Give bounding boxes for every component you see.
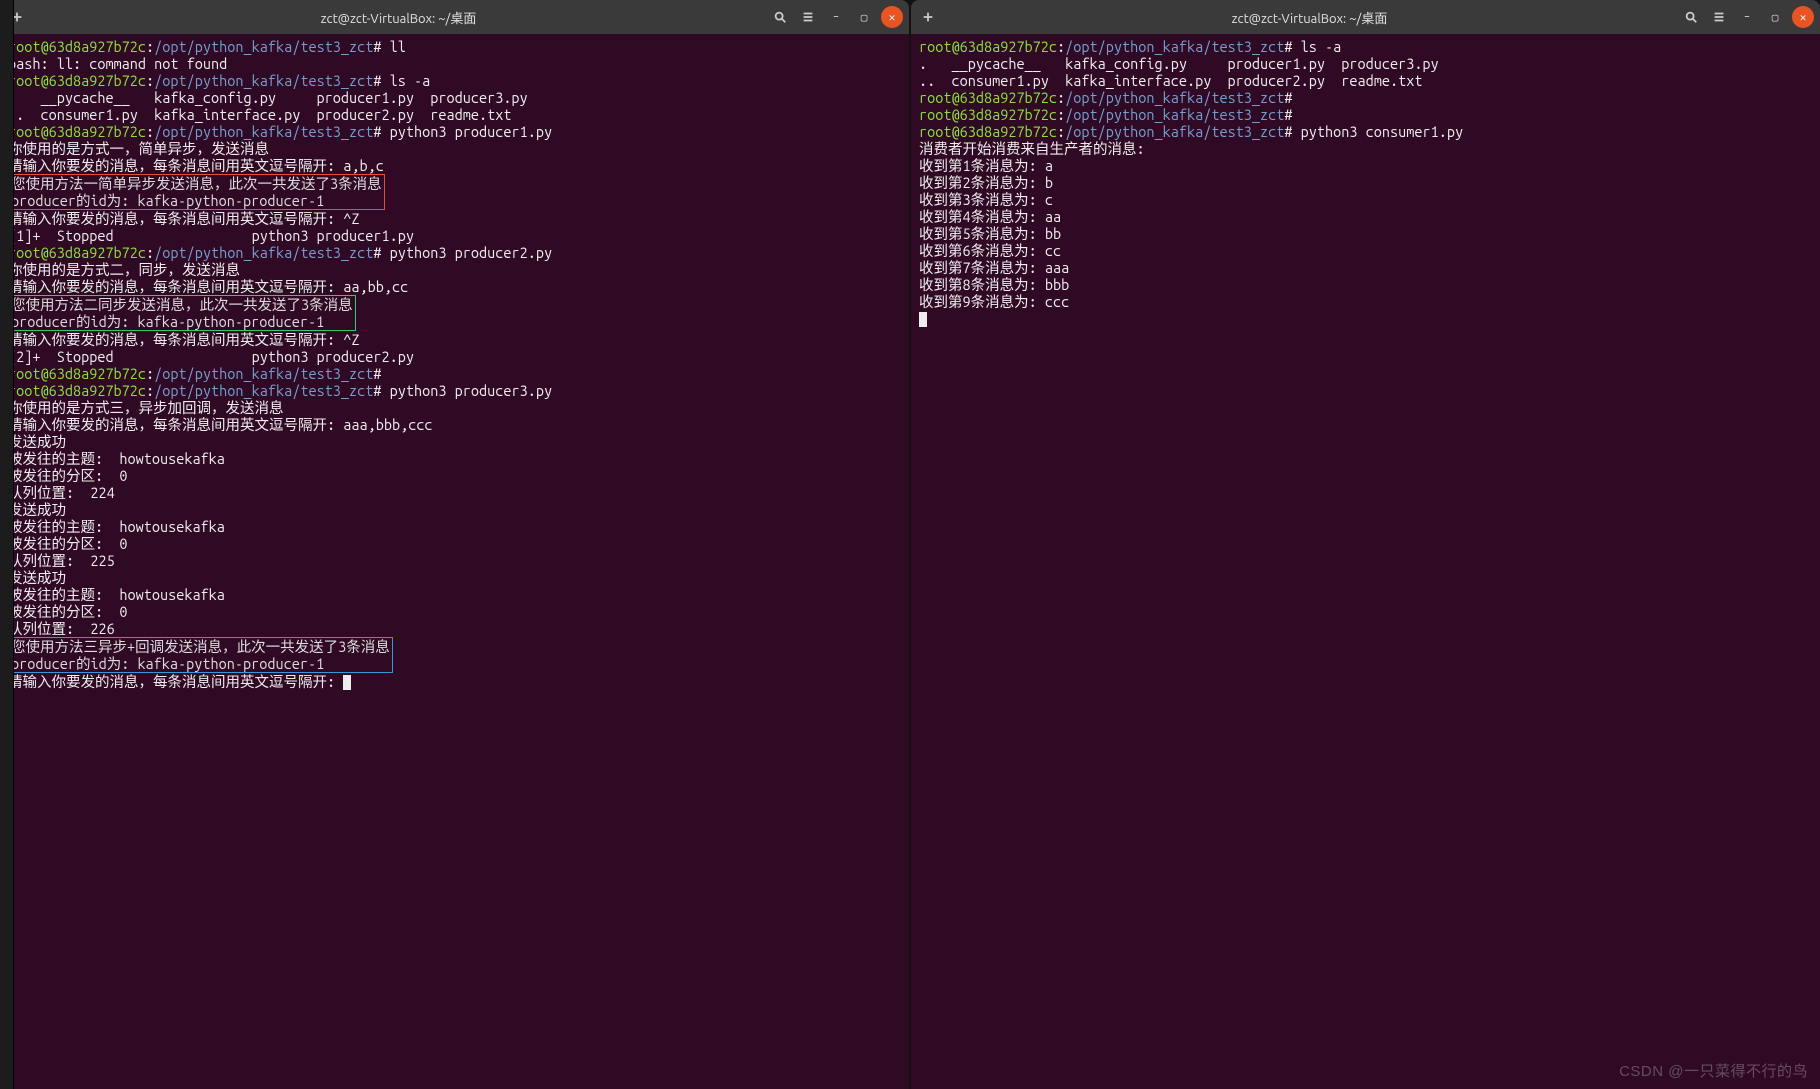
minimize-button[interactable]: – [825,6,847,28]
shell-prompt: root@63d8a927b72c:/opt/python_kafka/test… [919,38,1293,55]
command-text: ll [390,38,406,55]
output-line: 被发往的分区: 0 [8,467,127,484]
shell-prompt: root@63d8a927b72c:/opt/python_kafka/test… [8,382,382,399]
dock-sliver [0,0,14,1089]
command-text: python3 producer3.py [390,382,552,399]
highlight-box-blue: 您使用方法三异步+回调发送消息，此次一共发送了3条消息producer的id为:… [8,637,393,673]
shell-prompt: root@63d8a927b72c:/opt/python_kafka/test… [8,38,382,55]
highlight-line: 您使用方法一简单异步发送消息，此次一共发送了3条消息 [11,175,382,192]
output-line: [2]+ Stopped python3 producer2.py [8,348,414,365]
output-line: 被发往的主题: howtousekafka [8,586,225,603]
shell-prompt: root@63d8a927b72c:/opt/python_kafka/test… [919,89,1293,106]
output-line: 收到第8条消息为: bbb [919,276,1069,293]
window-title: zct@zct-VirtualBox: ~/桌面 [36,8,761,27]
output-line: .. consumer1.py kafka_interface.py produ… [8,106,511,123]
output-line: [1]+ Stopped python3 producer1.py [8,227,414,244]
command-text: ls -a [1301,38,1342,55]
hamburger-icon [1712,10,1726,24]
output-line: 收到第2条消息为: b [919,174,1053,191]
close-button[interactable]: ✕ [1792,6,1814,28]
output-line: 被发往的分区: 0 [8,535,127,552]
output-line: bash: ll: command not found [8,55,227,72]
command-text: python3 producer1.py [390,123,552,140]
terminal-window-left: zct@zct-VirtualBox: ~/桌面 – ▢ ✕ root@63d8… [0,0,909,1089]
desktop: zct@zct-VirtualBox: ~/桌面 – ▢ ✕ root@63d8… [0,0,1820,1089]
output-line: 请输入你要发的消息，每条消息间用英文逗号隔开: [8,673,343,690]
menu-button[interactable] [797,6,819,28]
output-line: 请输入你要发的消息，每条消息间用英文逗号隔开: aa,bb,cc [8,278,408,295]
output-line: 收到第9条消息为: ccc [919,293,1069,310]
output-line: 收到第3条消息为: c [919,191,1053,208]
terminal-body-left[interactable]: root@63d8a927b72c:/opt/python_kafka/test… [0,34,909,1089]
titlebar-right: zct@zct-VirtualBox: ~/桌面 – ▢ ✕ [911,0,1820,34]
highlight-line: 您使用方法二同步发送消息，此次一共发送了3条消息 [11,296,353,313]
menu-button[interactable] [1708,6,1730,28]
output-line: 被发往的主题: howtousekafka [8,518,225,535]
output-line: 被发往的主题: howtousekafka [8,450,225,467]
output-line: .. consumer1.py kafka_interface.py produ… [919,72,1422,89]
highlight-line: 您使用方法三异步+回调发送消息，此次一共发送了3条消息 [11,638,390,655]
output-line: . __pycache__ kafka_config.py producer1.… [919,55,1439,72]
search-icon [773,10,787,24]
output-line: 收到第7条消息为: aaa [919,259,1069,276]
output-line: 你使用的是方式一，简单异步，发送消息 [8,140,269,157]
output-line: 被发往的分区: 0 [8,603,127,620]
output-line: 收到第6条消息为: cc [919,242,1061,259]
output-line: 请输入你要发的消息，每条消息间用英文逗号隔开: ^Z [8,210,359,227]
watermark: CSDN @一只菜得不行的鸟 [1619,1060,1808,1081]
command-text: python3 producer2.py [390,244,552,261]
output-line: 发送成功 [8,501,66,518]
search-button[interactable] [769,6,791,28]
maximize-button[interactable]: ▢ [1764,6,1786,28]
maximize-button[interactable]: ▢ [853,6,875,28]
minimize-button[interactable]: – [1736,6,1758,28]
highlight-box-green: 您使用方法二同步发送消息，此次一共发送了3条消息producer的id为: ka… [8,295,356,331]
terminal-body-right[interactable]: root@63d8a927b72c:/opt/python_kafka/test… [911,34,1820,1089]
highlight-line: producer的id为: kafka-python-producer-1 [11,655,390,672]
output-line: 消费者开始消费来自生产者的消息: [919,140,1145,157]
output-line: 发送成功 [8,433,66,450]
shell-prompt: root@63d8a927b72c:/opt/python_kafka/test… [8,365,382,382]
output-line: 发送成功 [8,569,66,586]
highlight-line: producer的id为: kafka-python-producer-1 [11,192,382,209]
output-line: 你使用的是方式二，同步，发送消息 [8,261,240,278]
output-line: 队列位置: 225 [8,552,115,569]
output-line: 请输入你要发的消息，每条消息间用英文逗号隔开: aaa,bbb,ccc [8,416,433,433]
output-line: 请输入你要发的消息，每条消息间用英文逗号隔开: ^Z [8,331,359,348]
titlebar-left: zct@zct-VirtualBox: ~/桌面 – ▢ ✕ [0,0,909,34]
window-title: zct@zct-VirtualBox: ~/桌面 [947,8,1672,27]
output-line: 收到第1条消息为: a [919,157,1053,174]
plus-icon [921,10,935,24]
shell-prompt: root@63d8a927b72c:/opt/python_kafka/test… [919,106,1293,123]
new-tab-button[interactable] [917,6,939,28]
shell-prompt: root@63d8a927b72c:/opt/python_kafka/test… [919,123,1293,140]
terminal-window-right: zct@zct-VirtualBox: ~/桌面 – ▢ ✕ root@63d8… [911,0,1820,1089]
output-line: 你使用的是方式三，异步加回调，发送消息 [8,399,284,416]
close-button[interactable]: ✕ [881,6,903,28]
search-icon [1684,10,1698,24]
output-line: 请输入你要发的消息，每条消息间用英文逗号隔开: a,b,c [8,157,384,174]
cursor [343,675,351,690]
search-button[interactable] [1680,6,1702,28]
command-text: python3 consumer1.py [1301,123,1463,140]
output-line: . __pycache__ kafka_config.py producer1.… [8,89,528,106]
highlight-box-red: 您使用方法一简单异步发送消息，此次一共发送了3条消息producer的id为: … [8,174,385,210]
hamburger-icon [801,10,815,24]
shell-prompt: root@63d8a927b72c:/opt/python_kafka/test… [8,123,382,140]
command-text: ls -a [390,72,431,89]
shell-prompt: root@63d8a927b72c:/opt/python_kafka/test… [8,72,382,89]
highlight-line: producer的id为: kafka-python-producer-1 [11,313,353,330]
output-line: 收到第4条消息为: aa [919,208,1061,225]
cursor [919,312,927,327]
shell-prompt: root@63d8a927b72c:/opt/python_kafka/test… [8,244,382,261]
output-line: 收到第5条消息为: bb [919,225,1061,242]
output-line: 队列位置: 226 [8,620,115,637]
output-line: 队列位置: 224 [8,484,115,501]
